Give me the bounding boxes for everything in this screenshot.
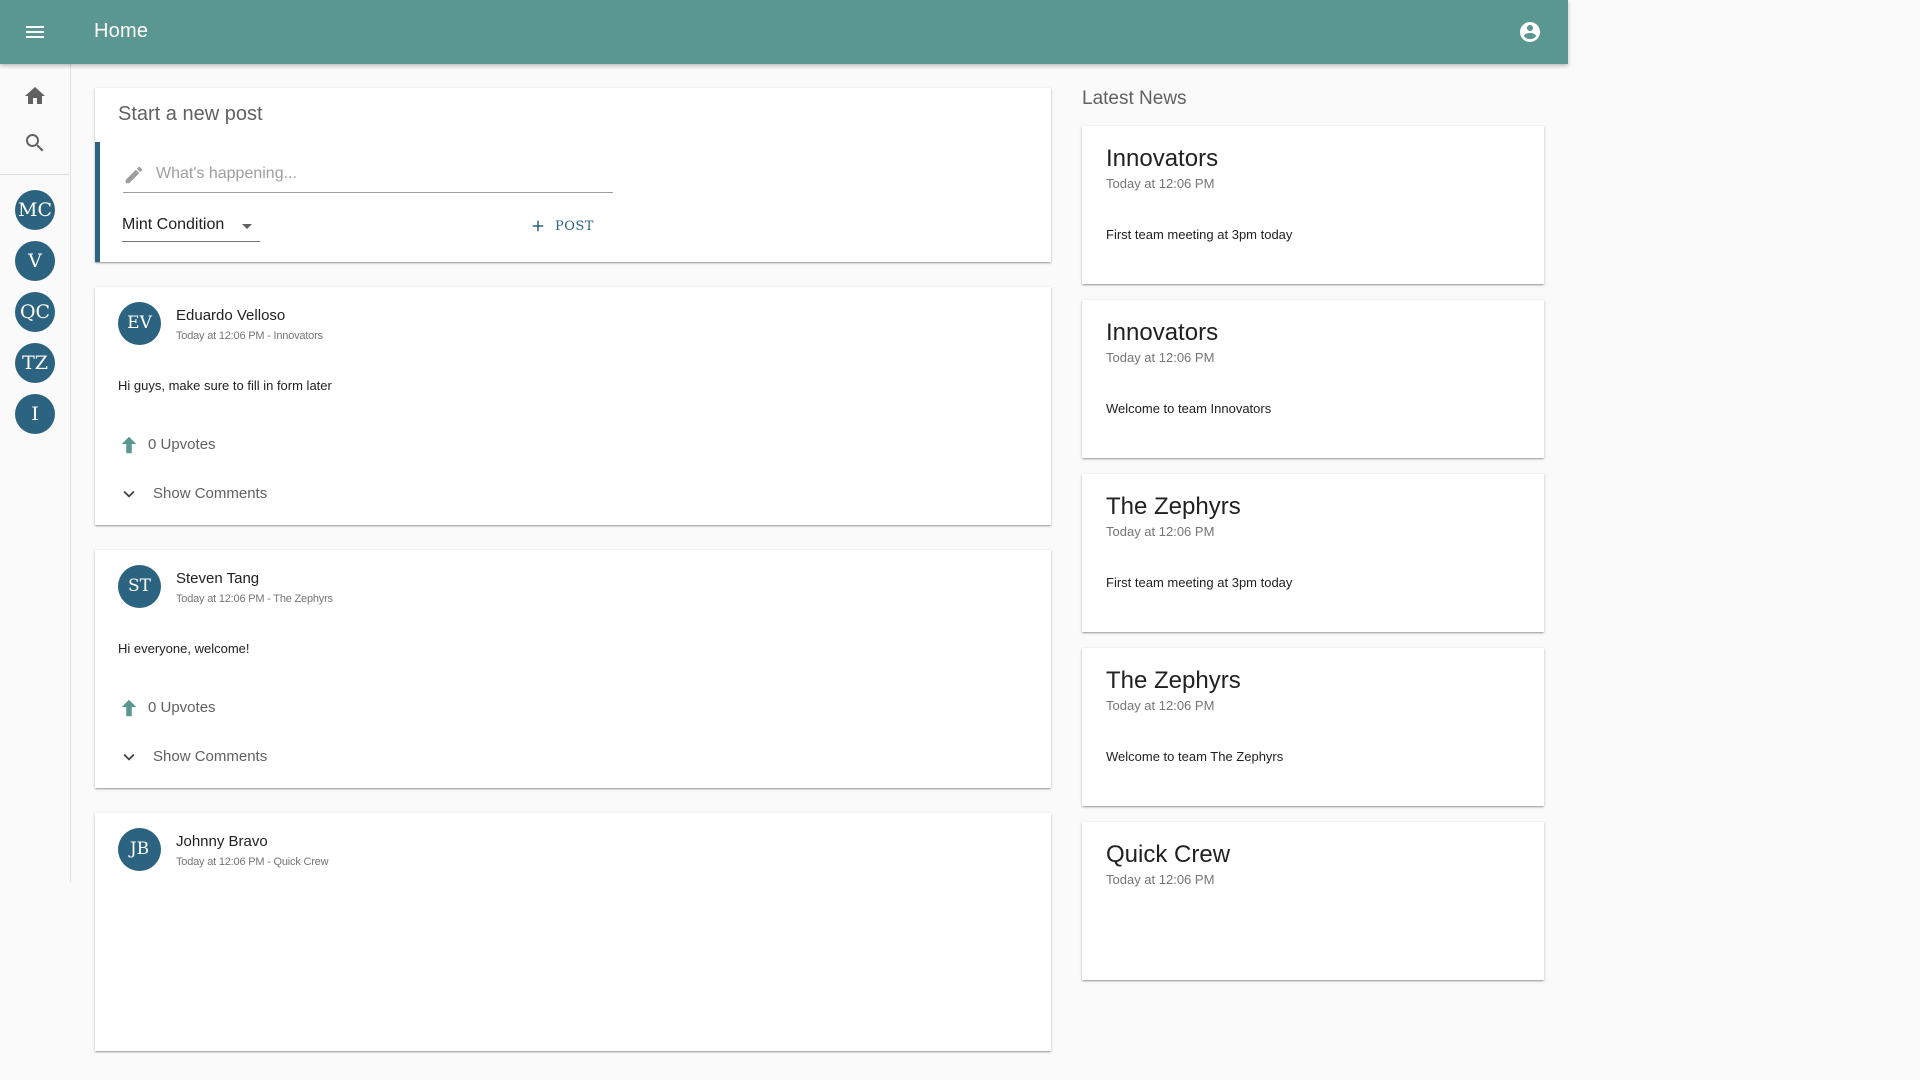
team-avatar-qc[interactable]: QC [15, 292, 55, 332]
team-avatar-mc[interactable]: MC [15, 190, 55, 230]
team-avatar-v[interactable]: V [15, 241, 55, 281]
post-meta: Today at 12:06 PM - The Zephyrs [176, 593, 333, 605]
upvote-arrow-icon [118, 697, 140, 719]
post-button-label: POST [555, 219, 594, 234]
post-body: Hi everyone, welcome! [118, 641, 250, 656]
news-team: Innovators [1106, 145, 1219, 172]
show-comments-label: Show Comments [153, 748, 268, 765]
post-input[interactable] [154, 162, 604, 186]
news-message: Welcome to team Innovators [1106, 401, 1272, 416]
post-author: Steven Tang [176, 570, 260, 587]
upvote-arrow-icon [118, 434, 140, 456]
post-button[interactable]: POST [523, 212, 603, 242]
pencil-icon [123, 164, 145, 186]
news-time: Today at 12:06 PM [1106, 176, 1215, 191]
team-select[interactable]: Mint Condition [122, 212, 260, 242]
left-rail: MC V QC TZ I [0, 64, 71, 882]
app-bar: Home [0, 0, 1568, 64]
news-team: Quick Crew [1106, 841, 1231, 868]
chevron-down-icon [118, 746, 140, 768]
search-icon[interactable] [23, 131, 47, 155]
menu-icon[interactable] [23, 20, 47, 44]
show-comments-button[interactable]: Show Comments [118, 482, 318, 506]
show-comments-button[interactable]: Show Comments [118, 745, 318, 769]
news-card: Innovators Today at 12:06 PM First team … [1082, 126, 1544, 284]
composer-accent-bar [95, 142, 100, 262]
news-team: The Zephyrs [1106, 667, 1241, 694]
dropdown-arrow-icon [242, 224, 252, 229]
plus-icon [529, 217, 547, 235]
news-time: Today at 12:06 PM [1106, 698, 1215, 713]
home-icon[interactable] [23, 84, 47, 108]
post-card: JB Johnny Bravo Today at 12:06 PM - Quic… [95, 813, 1051, 1051]
upvote-count: 0 Upvotes [148, 436, 216, 453]
account-circle-icon[interactable] [1518, 20, 1542, 44]
page-title: Home [94, 20, 149, 42]
post-card: ST Steven Tang Today at 12:06 PM - The Z… [95, 550, 1051, 788]
news-team: Innovators [1106, 319, 1219, 346]
post-meta: Today at 12:06 PM - Innovators [176, 330, 323, 342]
post-meta: Today at 12:06 PM - Quick Crew [176, 856, 329, 868]
news-time: Today at 12:06 PM [1106, 524, 1215, 539]
news-card: The Zephyrs Today at 12:06 PM First team… [1082, 474, 1544, 632]
news-team: The Zephyrs [1106, 493, 1241, 520]
news-message: Welcome to team The Zephyrs [1106, 749, 1284, 764]
team-select-value: Mint Condition [122, 216, 225, 233]
news-message: First team meeting at 3pm today [1106, 227, 1293, 242]
post-card: EV Eduardo Velloso Today at 12:06 PM - I… [95, 287, 1051, 525]
latest-news-heading: Latest News [1082, 88, 1187, 109]
news-time: Today at 12:06 PM [1106, 872, 1215, 887]
upvote-count: 0 Upvotes [148, 699, 216, 716]
news-message: First team meeting at 3pm today [1106, 575, 1293, 590]
team-avatar-i[interactable]: I [15, 394, 55, 434]
post-input-field[interactable] [123, 160, 613, 193]
news-card: The Zephyrs Today at 12:06 PM Welcome to… [1082, 648, 1544, 806]
new-post-heading: Start a new post [118, 103, 263, 125]
show-comments-label: Show Comments [153, 485, 268, 502]
avatar[interactable]: JB [118, 828, 161, 871]
rail-divider [0, 174, 70, 175]
post-author: Eduardo Velloso [176, 307, 286, 324]
chevron-down-icon [118, 483, 140, 505]
post-author: Johnny Bravo [176, 833, 268, 850]
new-post-card: Start a new post Mint Condition POST [95, 88, 1051, 262]
avatar[interactable]: EV [118, 302, 161, 345]
post-body: Hi guys, make sure to fill in form later [118, 378, 332, 393]
team-avatar-tz[interactable]: TZ [15, 343, 55, 383]
news-card: Quick Crew Today at 12:06 PM [1082, 822, 1544, 980]
avatar[interactable]: ST [118, 565, 161, 608]
news-time: Today at 12:06 PM [1106, 350, 1215, 365]
news-card: Innovators Today at 12:06 PM Welcome to … [1082, 300, 1544, 458]
